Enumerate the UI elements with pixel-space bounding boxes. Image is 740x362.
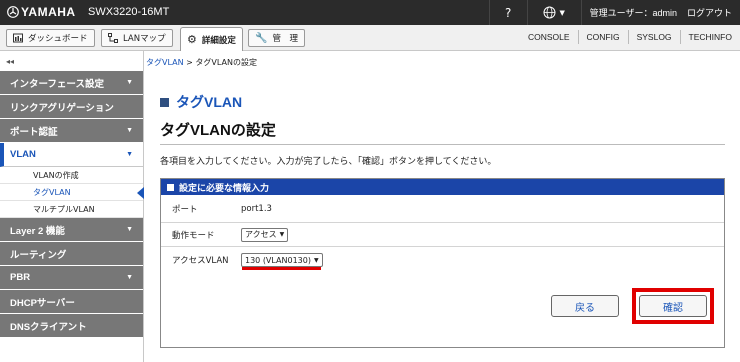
access-vlan-select[interactable]: 130 (VLAN0130) ▼	[241, 253, 323, 267]
lan-map-icon	[108, 33, 118, 43]
tab-bar: ダッシュボード LANマップ ⚙ 詳細設定 🔧 管 理 CONSOLE CONF…	[0, 25, 740, 51]
tab-label: 管 理	[272, 34, 298, 44]
panel-title: 設定に必要な情報入力	[179, 183, 270, 194]
sidebar-item-link-aggregation[interactable]: リンクアグリゲーション	[0, 95, 143, 119]
syslog-link[interactable]: SYSLOG	[627, 30, 680, 44]
chevron-down-icon: ▼	[313, 256, 319, 264]
collapse-sidebar-button[interactable]: ◂◂	[0, 51, 143, 71]
user-label: 管理ユーザー：admin	[589, 8, 677, 18]
tab-lan-map[interactable]: LANマップ	[101, 29, 173, 47]
chevron-down-icon: ▼	[126, 274, 133, 281]
techinfo-link[interactable]: TECHINFO	[679, 30, 740, 44]
config-link[interactable]: CONFIG	[577, 30, 628, 44]
instruction-text: 各項目を入力してください。入力が完了したら、「確認」ボタンを押してください。	[160, 157, 497, 167]
chevron-down-icon: ▼	[279, 231, 285, 238]
tab-management[interactable]: 🔧 管 理	[248, 29, 305, 47]
back-button-label: 戻る	[575, 302, 595, 314]
console-link[interactable]: CONSOLE	[520, 30, 578, 44]
sidebar-item-dns-client[interactable]: DNSクライアント	[0, 314, 143, 338]
sidebar-item-vlan[interactable]: VLAN ▼	[0, 143, 143, 167]
sidebar-item-label: ポート認証	[10, 126, 58, 138]
gear-icon: ⚙	[187, 33, 197, 46]
tab-label: ダッシュボード	[28, 34, 88, 44]
port-label: ポート	[172, 204, 198, 215]
chevron-down-icon: ▼	[126, 79, 133, 86]
highlight-underline	[242, 267, 321, 270]
tab-label: 詳細設定	[201, 35, 236, 46]
form-row-access-vlan: アクセスVLAN 130 (VLAN0130) ▼	[161, 247, 724, 273]
sidebar-item-label: VLAN	[10, 149, 36, 160]
sidebar-item-label: DHCPサーバー	[10, 297, 75, 309]
sidebar-item-pbr[interactable]: PBR ▼	[0, 266, 143, 290]
section-heading: タグVLAN	[160, 92, 242, 112]
tab-dashboard[interactable]: ダッシュボード	[6, 29, 95, 47]
sidebar-item-dhcp-server[interactable]: DHCPサーバー	[0, 290, 143, 314]
sidebar-item-port-auth[interactable]: ポート認証 ▼	[0, 119, 143, 143]
form-row-mode: 動作モード アクセス ▼	[161, 223, 724, 247]
dashboard-icon	[13, 33, 23, 43]
mode-label: 動作モード	[172, 230, 215, 241]
sidebar-subitem-vlan-create[interactable]: VLANの作成	[0, 167, 143, 184]
model-name: SWX3220-16MT	[88, 6, 170, 18]
chevron-down-icon: ▼	[126, 226, 133, 233]
sidebar-subitem-label: マルチプルVLAN	[33, 204, 95, 214]
back-button[interactable]: 戻る	[551, 295, 619, 317]
sidebar-item-label: PBR	[10, 272, 31, 283]
sidebar: ◂◂ インターフェース設定 ▼ リンクアグリゲーション ポート認証 ▼ VLAN ▼ …	[0, 51, 144, 362]
wrench-icon: 🔧	[255, 32, 268, 44]
top-bar: YAMAHA SWX3220-16MT ? ▼ 管理ユーザー：admin ログア…	[0, 0, 740, 25]
double-chevron-left-icon: ◂◂	[6, 56, 15, 66]
tab-advanced-settings[interactable]: ⚙ 詳細設定	[180, 27, 243, 51]
highlight-box	[632, 288, 714, 324]
sidebar-subitem-multiple-vlan[interactable]: マルチプルVLAN	[0, 201, 143, 218]
panel-header: 設定に必要な情報入力	[161, 179, 724, 195]
chevron-down-icon: ▼	[559, 8, 565, 17]
help-button[interactable]: ?	[488, 0, 527, 25]
logout-link[interactable]: ログアウト	[687, 6, 732, 19]
mode-select-value: アクセス	[245, 230, 277, 239]
sidebar-item-label: インターフェース設定	[10, 78, 104, 90]
sidebar-item-interface[interactable]: インターフェース設定 ▼	[0, 71, 143, 95]
breadcrumb-parent-link[interactable]: タグVLAN	[146, 58, 184, 67]
tab-label: LANマップ	[123, 34, 166, 44]
settings-panel: 設定に必要な情報入力 ポート port1.3 動作モード アクセス ▼ アクセス…	[160, 178, 725, 348]
language-button[interactable]: ▼	[526, 0, 581, 25]
section-heading-text: タグVLAN	[176, 94, 243, 110]
divider	[160, 144, 725, 145]
globe-icon	[543, 6, 556, 19]
header-square-icon	[167, 183, 174, 191]
access-vlan-label: アクセスVLAN	[172, 256, 229, 266]
sidebar-subitem-label: タグVLAN	[33, 187, 71, 197]
access-vlan-select-value: 130 (VLAN0130)	[245, 255, 311, 265]
sidebar-item-routing[interactable]: ルーティング	[0, 242, 143, 266]
breadcrumb-current: タグVLANの設定	[195, 58, 257, 67]
form-row-port: ポート port1.3	[161, 195, 724, 223]
port-value: port1.3	[241, 203, 272, 214]
heading-square-icon	[160, 97, 169, 107]
mode-select[interactable]: アクセス ▼	[241, 227, 289, 242]
sidebar-item-label: DNSクライアント	[10, 321, 87, 333]
yamaha-emblem-icon	[7, 6, 19, 18]
sidebar-item-label: リンクアグリゲーション	[10, 102, 114, 114]
breadcrumb-separator: >	[186, 58, 193, 67]
sidebar-subitem-tag-vlan[interactable]: タグVLAN	[0, 184, 144, 201]
chevron-down-icon: ▼	[126, 151, 133, 158]
chevron-down-icon: ▼	[126, 127, 133, 134]
sidebar-item-label: ルーティング	[10, 249, 67, 261]
help-icon: ?	[504, 5, 512, 20]
breadcrumb: タグVLAN > タグVLANの設定	[146, 57, 257, 68]
sidebar-item-label: Layer 2 機能	[10, 225, 65, 237]
sidebar-subitem-label: VLANの作成	[33, 170, 79, 180]
page-title: タグVLANの設定	[160, 122, 276, 139]
sidebar-item-layer2[interactable]: Layer 2 機能 ▼	[0, 218, 143, 242]
yamaha-logo: YAMAHA	[7, 5, 76, 19]
brand-name: YAMAHA	[21, 5, 76, 19]
